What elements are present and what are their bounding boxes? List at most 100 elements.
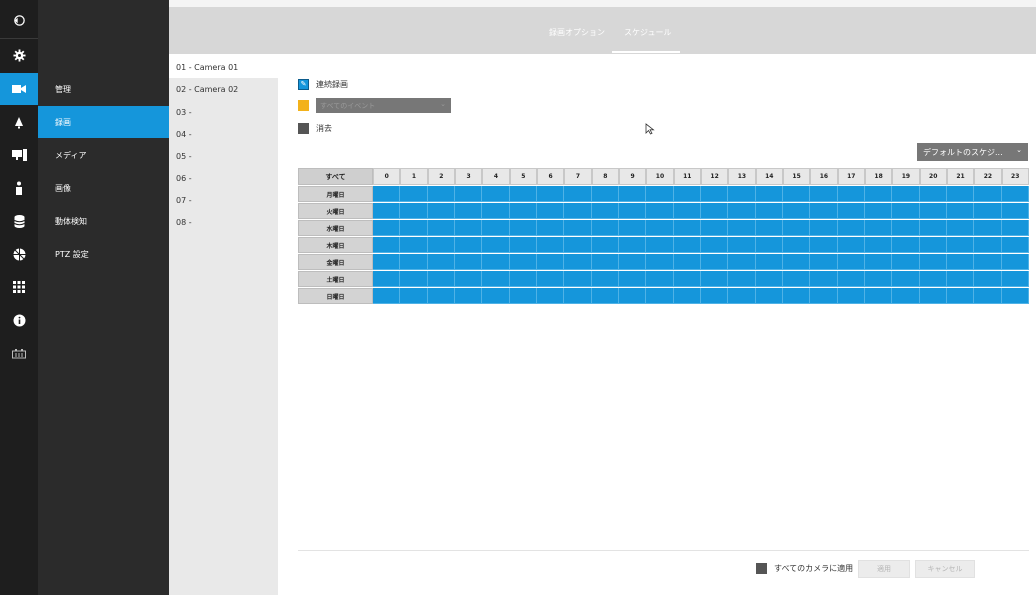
schedule-cell[interactable] bbox=[892, 186, 920, 202]
schedule-cell[interactable] bbox=[782, 288, 811, 304]
schedule-cell[interactable] bbox=[755, 288, 783, 304]
schedule-cell[interactable] bbox=[810, 237, 838, 253]
schedule-cell[interactable] bbox=[782, 203, 811, 219]
schedule-cell[interactable] bbox=[564, 237, 592, 253]
schedule-cell[interactable] bbox=[646, 237, 674, 253]
schedule-cell[interactable] bbox=[728, 237, 756, 253]
schedule-cell[interactable] bbox=[509, 203, 537, 219]
hour-header[interactable]: 19 bbox=[892, 168, 920, 185]
camera-item-06[interactable]: 06 - bbox=[176, 174, 192, 183]
schedule-cell[interactable] bbox=[618, 237, 647, 253]
schedule-cell[interactable] bbox=[427, 254, 455, 270]
hour-header[interactable]: 13 bbox=[728, 168, 756, 185]
schedule-cell[interactable] bbox=[810, 203, 838, 219]
schedule-cell[interactable] bbox=[509, 288, 537, 304]
schedule-cell[interactable] bbox=[673, 237, 701, 253]
schedule-cell[interactable] bbox=[864, 237, 893, 253]
submenu-item-image[interactable]: 画像 bbox=[38, 172, 169, 204]
schedule-cell[interactable] bbox=[509, 220, 537, 236]
hour-header[interactable]: 0 bbox=[373, 168, 401, 185]
schedule-cell[interactable] bbox=[728, 220, 756, 236]
schedule-cell[interactable] bbox=[1001, 288, 1029, 304]
hour-header[interactable]: 18 bbox=[864, 168, 893, 185]
schedule-cell[interactable] bbox=[837, 203, 865, 219]
camera-item-05[interactable]: 05 - bbox=[176, 152, 192, 161]
schedule-cell[interactable] bbox=[400, 186, 428, 202]
schedule-cell[interactable] bbox=[427, 186, 455, 202]
schedule-cell[interactable] bbox=[755, 220, 783, 236]
schedule-cell[interactable] bbox=[646, 288, 674, 304]
schedule-cell[interactable] bbox=[482, 271, 510, 287]
schedule-cell[interactable] bbox=[482, 220, 510, 236]
info-icon[interactable] bbox=[0, 304, 38, 336]
schedule-cell[interactable] bbox=[864, 186, 893, 202]
schedule-cell[interactable] bbox=[700, 203, 729, 219]
monitor-icon[interactable] bbox=[0, 139, 38, 171]
schedule-cell[interactable] bbox=[673, 271, 701, 287]
schedule-cell[interactable] bbox=[373, 237, 401, 253]
hour-header[interactable]: 20 bbox=[919, 168, 947, 185]
schedule-cell[interactable] bbox=[564, 203, 592, 219]
schedule-cell[interactable] bbox=[591, 220, 619, 236]
day-label[interactable]: 木曜日 bbox=[298, 237, 373, 253]
schedule-cell[interactable] bbox=[864, 271, 893, 287]
schedule-cell[interactable] bbox=[892, 237, 920, 253]
tab-recording-options[interactable]: 録画オプション bbox=[549, 27, 605, 38]
schedule-cell[interactable] bbox=[482, 254, 510, 270]
hour-header[interactable]: 22 bbox=[974, 168, 1002, 185]
schedule-cell[interactable] bbox=[974, 271, 1002, 287]
schedule-cell[interactable] bbox=[700, 186, 729, 202]
schedule-cell[interactable] bbox=[509, 237, 537, 253]
schedule-cell[interactable] bbox=[1001, 254, 1029, 270]
submenu-item-motion[interactable]: 動体検知 bbox=[38, 205, 169, 237]
hour-header[interactable]: 2 bbox=[427, 168, 455, 185]
hour-header[interactable]: 7 bbox=[564, 168, 592, 185]
schedule-cell[interactable] bbox=[864, 203, 893, 219]
schedule-cell[interactable] bbox=[919, 237, 947, 253]
schedule-cell[interactable] bbox=[864, 288, 893, 304]
hour-header[interactable]: 3 bbox=[454, 168, 483, 185]
submenu-item-ptz[interactable]: PTZ 設定 bbox=[38, 238, 169, 270]
hour-header[interactable]: 5 bbox=[509, 168, 537, 185]
schedule-cell[interactable] bbox=[837, 271, 865, 287]
schedule-cell[interactable] bbox=[400, 271, 428, 287]
schedule-cell[interactable] bbox=[400, 220, 428, 236]
schedule-cell[interactable] bbox=[482, 186, 510, 202]
schedule-cell[interactable] bbox=[919, 254, 947, 270]
schedule-cell[interactable] bbox=[946, 288, 975, 304]
schedule-cell[interactable] bbox=[618, 254, 647, 270]
schedule-cell[interactable] bbox=[919, 186, 947, 202]
schedule-cell[interactable] bbox=[1001, 237, 1029, 253]
hour-header[interactable]: 11 bbox=[673, 168, 701, 185]
schedule-cell[interactable] bbox=[536, 220, 565, 236]
schedule-cell[interactable] bbox=[618, 288, 647, 304]
hour-header[interactable]: 8 bbox=[591, 168, 619, 185]
schedule-cell[interactable] bbox=[591, 271, 619, 287]
schedule-cell[interactable] bbox=[728, 254, 756, 270]
select-all-cell[interactable]: すべて bbox=[298, 168, 373, 185]
submenu-item-recording[interactable]: 録画 bbox=[38, 106, 169, 138]
schedule-cell[interactable] bbox=[646, 186, 674, 202]
schedule-cell[interactable] bbox=[974, 254, 1002, 270]
default-schedule-select[interactable]: デフォルトのスケジ... ⌄ bbox=[917, 143, 1028, 161]
day-label[interactable]: 月曜日 bbox=[298, 186, 373, 202]
schedule-cell[interactable] bbox=[454, 254, 483, 270]
schedule-cell[interactable] bbox=[482, 237, 510, 253]
schedule-cell[interactable] bbox=[373, 220, 401, 236]
schedule-cell[interactable] bbox=[892, 220, 920, 236]
schedule-cell[interactable] bbox=[946, 186, 975, 202]
schedule-cell[interactable] bbox=[454, 186, 483, 202]
person-icon[interactable] bbox=[0, 172, 38, 204]
schedule-cell[interactable] bbox=[564, 271, 592, 287]
schedule-cell[interactable] bbox=[946, 271, 975, 287]
hour-header[interactable]: 9 bbox=[618, 168, 647, 185]
schedule-cell[interactable] bbox=[810, 271, 838, 287]
schedule-cell[interactable] bbox=[400, 237, 428, 253]
schedule-cell[interactable] bbox=[864, 254, 893, 270]
schedule-cell[interactable] bbox=[673, 254, 701, 270]
schedule-cell[interactable] bbox=[427, 220, 455, 236]
hour-header[interactable]: 1 bbox=[400, 168, 428, 185]
schedule-cell[interactable] bbox=[700, 288, 729, 304]
schedule-cell[interactable] bbox=[864, 220, 893, 236]
schedule-cell[interactable] bbox=[564, 254, 592, 270]
